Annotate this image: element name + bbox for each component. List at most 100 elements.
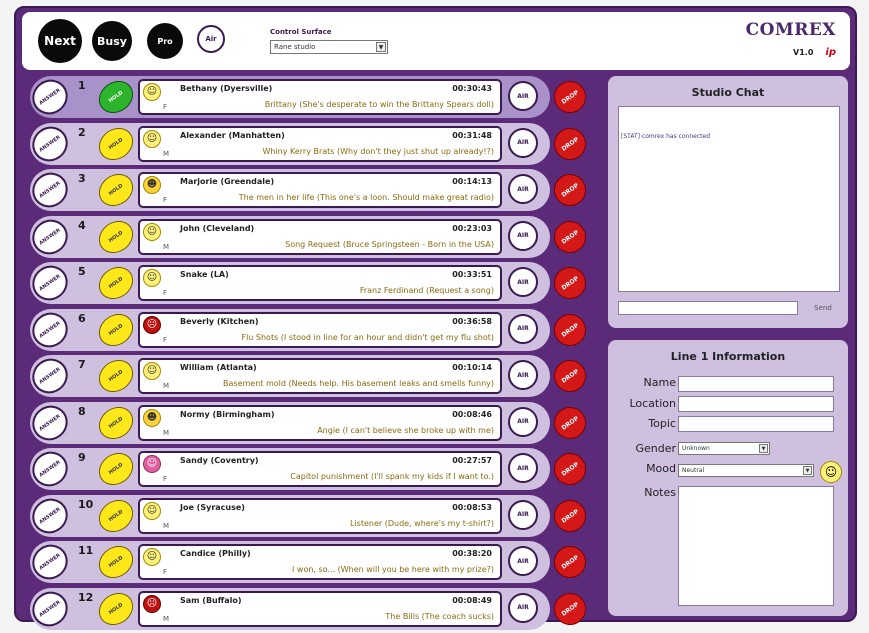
caller-line-row[interactable]: ANSWER 4 HOLD ☺ M John (Cleveland) 00:23… — [25, 212, 602, 261]
drop-button[interactable]: DROP — [547, 260, 593, 306]
caller-card[interactable]: ☺ F Snake (LA) 00:33:51 Franz Ferdinand … — [138, 265, 502, 301]
caller-card[interactable]: ☹ M Sam (Buffalo) 00:08:49 The Bills (Th… — [138, 590, 502, 627]
caller-name: John (Cleveland) — [180, 223, 255, 233]
call-topic: The Bills (The coach sucks) — [385, 611, 494, 621]
caller-gender: M — [163, 521, 170, 530]
smile-face-icon: ☺ — [143, 362, 161, 380]
caller-gender: F — [163, 103, 168, 111]
line-number: 2 — [78, 125, 86, 139]
caller-card[interactable]: ☺ M William (Atlanta) 00:10:14 Basement … — [138, 358, 502, 394]
busy-button[interactable]: Busy — [92, 21, 132, 61]
notes-field[interactable] — [678, 486, 834, 606]
drop-button[interactable]: DROP — [547, 307, 593, 352]
caller-card[interactable]: ☺ M Joe (Syracuse) 00:08:53 Listener (Du… — [138, 497, 502, 534]
caller-line-row[interactable]: ANSWER 7 HOLD ☺ M William (Atlanta) 00:1… — [25, 351, 602, 401]
caller-card[interactable]: ☺ F Bethany (Dyersville) 00:30:43 Britta… — [138, 79, 502, 115]
caller-line-row[interactable]: ANSWER 11 HOLD ☺ F Candice (Philly) 00:3… — [25, 537, 602, 587]
call-timer: 00:08:53 — [452, 502, 492, 512]
call-topic: The men in her life (This one's a loon. … — [238, 193, 494, 202]
chevron-down-icon: ▼ — [803, 466, 812, 475]
air-button[interactable]: AIR — [508, 453, 538, 483]
drop-button[interactable]: DROP — [547, 400, 593, 445]
call-timer: 00:08:49 — [452, 595, 492, 605]
line-number: 7 — [78, 358, 86, 371]
drop-button[interactable]: DROP — [547, 74, 593, 120]
caller-gender: F — [163, 335, 168, 344]
line-number: 6 — [78, 311, 86, 325]
air-button[interactable]: AIR — [508, 499, 538, 530]
drop-button[interactable]: DROP — [547, 353, 593, 399]
air-button[interactable]: AIR — [508, 313, 538, 344]
caller-name: Sandy (Coventry) — [180, 456, 259, 465]
gender-select[interactable]: Unknown ▼ — [678, 442, 770, 455]
control-surface-select[interactable]: Rane studio ▼ — [270, 40, 388, 54]
caller-line-row[interactable]: ANSWER 12 HOLD ☹ M Sam (Buffalo) 00:08:4… — [25, 584, 602, 633]
chat-message: [STAT] comrex has connected — [621, 133, 711, 140]
caller-line-row[interactable]: ANSWER 2 HOLD ☺ M Alexander (Manhatten) … — [25, 119, 602, 168]
neutral-face-icon: ☺ — [143, 269, 161, 287]
air-button[interactable]: AIR — [508, 81, 538, 111]
caller-name: Candice (Philly) — [180, 549, 251, 558]
laugh-face-icon: ☻ — [143, 408, 161, 427]
line-number: 8 — [78, 404, 86, 418]
air-button[interactable]: AIR — [508, 546, 538, 576]
call-topic: Song Request (Bruce Springsteen - Born i… — [285, 239, 494, 249]
caller-gender: M — [163, 149, 170, 158]
name-field[interactable] — [678, 376, 834, 392]
neutral-face-icon: ☺ — [143, 501, 161, 520]
caller-card[interactable]: ☺ M John (Cleveland) 00:23:03 Song Reque… — [138, 218, 502, 255]
drop-button[interactable]: DROP — [547, 446, 593, 492]
air-button[interactable]: AIR — [508, 174, 538, 204]
call-topic: Whiny Kerry Brats (Why don't they just s… — [262, 146, 494, 156]
caller-card[interactable]: ☻ M Normy (Birmingham) 00:08:46 Angie (I… — [138, 404, 502, 441]
mood-select[interactable]: Neutral ▼ — [678, 464, 814, 477]
caller-line-row[interactable]: ANSWER 10 HOLD ☺ M Joe (Syracuse) 00:08:… — [25, 491, 602, 540]
line-info-panel: Line 1 Information Name Location Topic G… — [608, 340, 848, 616]
drop-button[interactable]: DROP — [547, 121, 593, 166]
caller-card[interactable]: ☺ F Sandy (Coventry) 00:27:57 Capitol pu… — [138, 451, 502, 487]
drop-button[interactable]: DROP — [547, 167, 593, 213]
caller-line-row[interactable]: ANSWER 5 HOLD ☺ F Snake (LA) 00:33:51 Fr… — [25, 258, 602, 308]
caller-line-row[interactable]: ANSWER 1 HOLD ☺ F Bethany (Dyersville) 0… — [25, 72, 602, 122]
pro-button[interactable]: Pro — [147, 23, 183, 59]
location-field[interactable] — [678, 396, 834, 412]
drop-button[interactable]: DROP — [547, 539, 593, 585]
mood-label: Mood — [646, 462, 676, 475]
logo-ip: ip — [825, 47, 836, 58]
air-button[interactable]: AIR — [508, 406, 538, 437]
caller-name: Joe (Syracuse) — [180, 502, 245, 512]
topic-field[interactable] — [678, 416, 834, 432]
chat-input[interactable] — [618, 301, 798, 315]
caller-line-row[interactable]: ANSWER 8 HOLD ☻ M Normy (Birmingham) 00:… — [25, 398, 602, 447]
angry-face-icon: ☹ — [143, 315, 161, 334]
gender-label: Gender — [635, 442, 676, 455]
caller-line-row[interactable]: ANSWER 6 HOLD ☹ F Beverly (Kitchen) 00:3… — [25, 305, 602, 354]
air-button[interactable]: AIR — [508, 267, 538, 297]
caller-line-row[interactable]: ANSWER 3 HOLD ☻ F Marjorie (Greendale) 0… — [25, 165, 602, 215]
caller-name: William (Atlanta) — [180, 363, 257, 372]
caller-name: Marjorie (Greendale) — [180, 177, 275, 186]
line-number: 10 — [78, 497, 94, 511]
topic-label: Topic — [648, 417, 676, 430]
drop-button[interactable]: DROP — [547, 586, 593, 631]
air-button[interactable]: AIR — [508, 220, 538, 251]
air-button[interactable]: AIR — [508, 592, 538, 623]
caller-card[interactable]: ☺ M Alexander (Manhatten) 00:31:48 Whiny… — [138, 125, 502, 162]
info-title: Line 1 Information — [670, 350, 786, 363]
caller-card[interactable]: ☺ F Candice (Philly) 00:38:20 I won, so.… — [138, 544, 502, 580]
caller-line-row[interactable]: ANSWER 9 HOLD ☺ F Sandy (Coventry) 00:27… — [25, 444, 602, 494]
caller-card[interactable]: ☹ F Beverly (Kitchen) 00:36:58 Flu Shots… — [138, 311, 502, 348]
next-button[interactable]: Next — [38, 19, 82, 63]
caller-name: Snake (LA) — [180, 270, 229, 279]
drop-button[interactable]: DROP — [547, 493, 593, 538]
caller-name: Sam (Buffalo) — [180, 595, 242, 605]
caller-name: Normy (Birmingham) — [180, 409, 275, 419]
air-button[interactable]: AIR — [508, 127, 538, 158]
drop-button[interactable]: DROP — [547, 214, 593, 259]
air-button[interactable]: Air — [197, 25, 225, 53]
caller-card[interactable]: ☻ F Marjorie (Greendale) 00:14:13 The me… — [138, 172, 502, 208]
air-button[interactable]: AIR — [508, 360, 538, 390]
send-button[interactable]: Send — [804, 300, 842, 316]
smile-face-icon: ☺ — [143, 83, 161, 101]
top-toolbar: Next Busy Pro Air Control Surface Rane s… — [22, 12, 850, 70]
